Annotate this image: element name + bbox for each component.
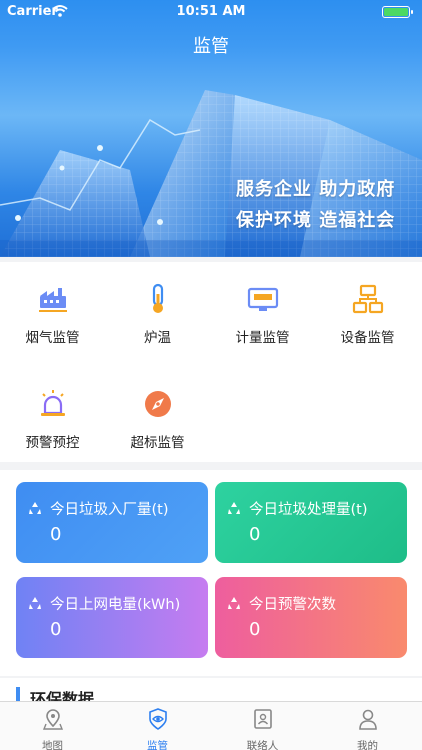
tab-supervision[interactable]: 监管 xyxy=(105,708,210,750)
map-pin-icon xyxy=(42,709,63,730)
stat-card-alarm-count[interactable]: 今日预警次数 0 xyxy=(215,577,407,658)
contact-card-icon xyxy=(253,709,272,729)
stat-card-waste-in[interactable]: 今日垃圾入厂量(t) 0 xyxy=(16,482,208,563)
battery-icon xyxy=(382,6,413,18)
banner-slogan-line2: 保护环境 造福社会 xyxy=(236,210,396,231)
stat-card-value: 0 xyxy=(50,619,62,640)
recycle-icon xyxy=(228,597,240,609)
menu-item-equipment[interactable]: 设备监管 xyxy=(315,282,420,346)
bottom-tab-bar: 地图 监管 联络人 我的 xyxy=(0,701,422,750)
menu-item-flue-gas[interactable]: 烟气监管 xyxy=(0,282,105,346)
factory-smoke-icon xyxy=(38,288,67,312)
menu-label: 烟气监管 xyxy=(25,330,80,346)
tab-profile[interactable]: 我的 xyxy=(315,708,420,750)
section-accent-bar xyxy=(16,687,20,701)
compass-icon xyxy=(144,391,171,417)
stat-card-value: 0 xyxy=(249,524,261,545)
status-bar: Carrier 10:51 AM xyxy=(0,0,422,24)
stat-card-title: 今日上网电量(kWh) xyxy=(50,597,181,613)
stat-card-value: 0 xyxy=(50,524,62,545)
tab-label: 我的 xyxy=(357,740,378,750)
menu-item-over-limit[interactable]: 超标监管 xyxy=(105,387,210,451)
tab-map[interactable]: 地图 xyxy=(0,708,105,750)
menu-label: 预警预控 xyxy=(25,435,80,451)
stat-card-title-row: 今日预警次数 xyxy=(227,593,336,614)
menu-label: 设备监管 xyxy=(340,330,395,346)
stats-panel: 今日垃圾入厂量(t) 0 今日垃圾处理量(t) 0 今日上网电量(kWh) 0 … xyxy=(0,470,422,676)
stat-card-title: 今日预警次数 xyxy=(249,597,336,613)
banner-slogan-line1: 服务企业 助力政府 xyxy=(236,179,396,200)
tab-label: 地图 xyxy=(42,740,63,750)
user-icon xyxy=(358,709,377,730)
page-title: 监管 xyxy=(193,36,229,57)
stat-card-title: 今日垃圾入厂量(t) xyxy=(50,502,169,518)
stat-card-grid-power[interactable]: 今日上网电量(kWh) 0 xyxy=(16,577,208,658)
stat-card-value: 0 xyxy=(249,619,261,640)
stat-card-title: 今日垃圾处理量(t) xyxy=(249,502,368,518)
function-menu: 烟气监管 炉温 计量监管 设备监管 预警预控 超标监管 xyxy=(0,262,422,462)
tab-label: 监管 xyxy=(147,740,168,750)
menu-label: 炉温 xyxy=(144,330,171,346)
menu-label: 计量监管 xyxy=(235,330,290,346)
meter-icon xyxy=(247,287,278,311)
clock-time: 10:51 AM xyxy=(176,4,246,19)
menu-item-furnace-temp[interactable]: 炉温 xyxy=(105,282,210,346)
header-banner: Carrier 10:51 AM 监管 服务企业 助力政府 保护环境 造福社会 xyxy=(0,0,422,257)
thermometer-icon xyxy=(152,283,163,313)
eye-shield-icon xyxy=(148,708,167,730)
menu-item-alarm[interactable]: 预警预控 xyxy=(0,387,105,451)
tab-label: 联络人 xyxy=(246,740,279,750)
menu-item-metering[interactable]: 计量监管 xyxy=(210,282,315,346)
recycle-icon xyxy=(29,597,41,609)
menu-label: 超标监管 xyxy=(130,435,185,451)
recycle-icon xyxy=(228,502,240,514)
stat-card-title-row: 今日垃圾处理量(t) xyxy=(227,498,368,519)
recycle-icon xyxy=(29,502,41,514)
tab-contacts[interactable]: 联络人 xyxy=(210,708,315,750)
stat-card-title-row: 今日上网电量(kWh) xyxy=(28,593,180,614)
equipment-icon xyxy=(352,284,383,314)
stat-card-title-row: 今日垃圾入厂量(t) xyxy=(28,498,169,519)
alarm-light-icon xyxy=(40,390,65,416)
stat-card-waste-processed[interactable]: 今日垃圾处理量(t) 0 xyxy=(215,482,407,563)
